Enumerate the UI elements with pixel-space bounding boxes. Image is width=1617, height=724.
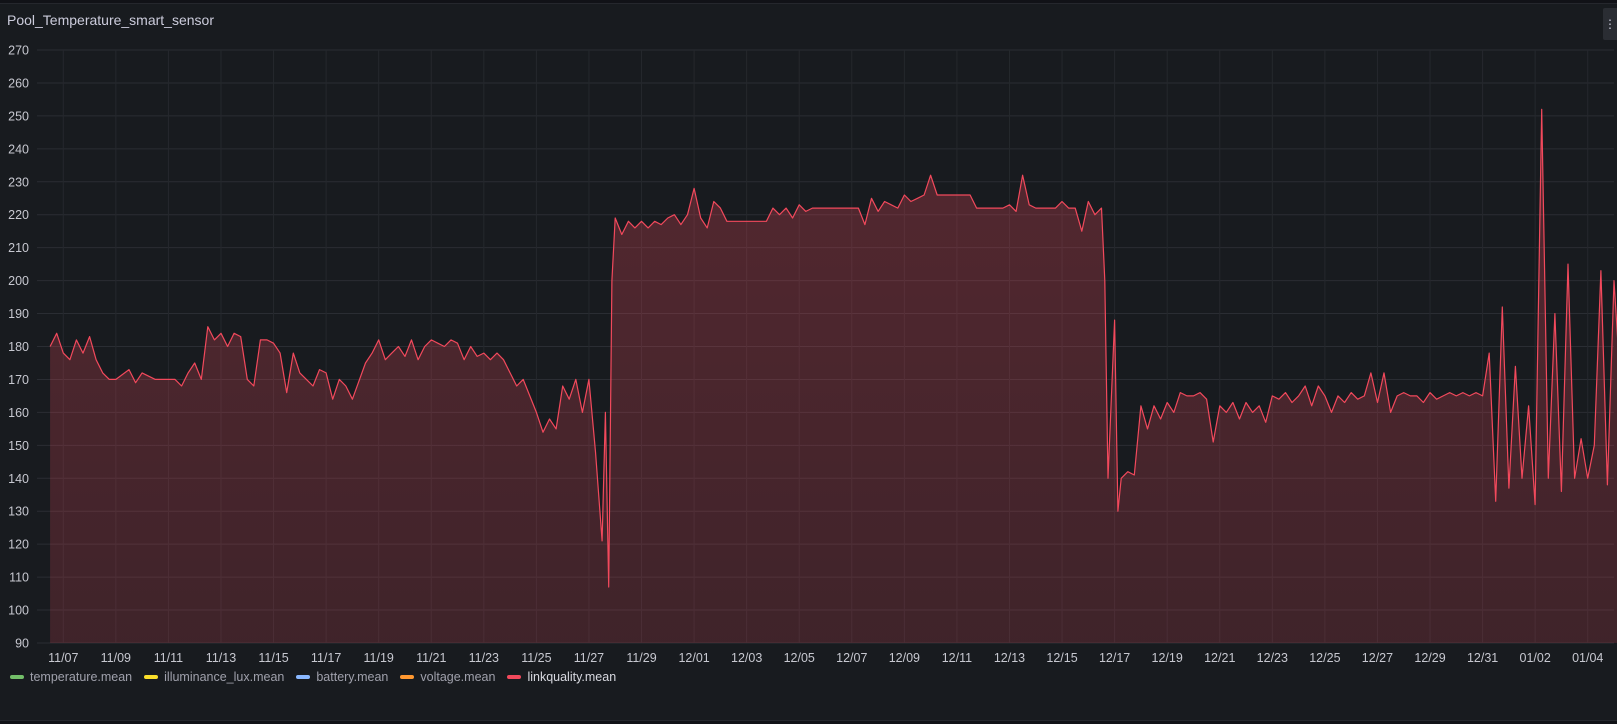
legend-label: voltage.mean — [420, 670, 496, 684]
legend-swatch — [400, 675, 415, 679]
x-tick-label: 01/04 — [1572, 651, 1603, 665]
y-tick-label: 250 — [8, 109, 29, 123]
y-tick-label: 110 — [9, 571, 29, 585]
x-tick-label: 12/25 — [1309, 651, 1340, 665]
legend-item[interactable]: battery.mean — [296, 670, 388, 684]
legend-label: illuminance_lux.mean — [164, 670, 285, 684]
time-series-chart[interactable]: 90 100 110 120 130 140 150 160 170 180 190 200 210 22… — [0, 0, 1617, 724]
legend-swatch — [296, 675, 311, 679]
x-tick-label: 12/11 — [942, 651, 972, 665]
x-tick-label: 11/11 — [154, 651, 183, 665]
y-tick-label: 190 — [8, 307, 29, 321]
x-tick-label: 12/29 — [1414, 651, 1445, 665]
x-tick-label: 12/05 — [784, 651, 815, 665]
x-tick-label: 01/02 — [1520, 651, 1551, 665]
x-tick-label: 11/07 — [48, 651, 78, 665]
x-tick-label: 12/21 — [1204, 651, 1235, 665]
x-tick-label: 11/19 — [364, 651, 394, 665]
y-tick-label: 140 — [8, 472, 29, 486]
legend-item[interactable]: linkquality.mean — [507, 670, 616, 684]
x-tick-label: 11/21 — [416, 651, 446, 665]
x-tick-label: 11/25 — [521, 651, 551, 665]
y-tick-label: 240 — [8, 142, 29, 156]
y-tick-label: 220 — [8, 208, 29, 222]
x-tick-label: 12/03 — [731, 651, 762, 665]
x-tick-label: 12/31 — [1467, 651, 1498, 665]
y-tick-label: 170 — [8, 373, 29, 387]
x-tick-label: 11/15 — [258, 651, 288, 665]
x-tick-label: 11/29 — [626, 651, 656, 665]
y-tick-label: 130 — [8, 505, 29, 519]
legend-item[interactable]: temperature.mean — [10, 670, 132, 684]
x-tick-label: 11/23 — [469, 651, 499, 665]
x-tick-label: 11/27 — [574, 651, 604, 665]
x-tick-label: 12/19 — [1152, 651, 1183, 665]
legend-swatch — [507, 675, 522, 679]
series-area-fill — [50, 109, 1617, 643]
y-tick-label: 230 — [8, 175, 29, 189]
x-tick-label: 12/23 — [1257, 651, 1288, 665]
x-tick-label: 12/15 — [1046, 651, 1077, 665]
x-tick-label: 11/17 — [311, 651, 341, 665]
x-tick-label: 11/13 — [206, 651, 236, 665]
legend: temperature.mean illuminance_lux.mean batt… — [10, 668, 616, 686]
x-tick-label: 11/09 — [101, 651, 131, 665]
y-tick-label: 90 — [15, 637, 29, 651]
y-tick-label: 200 — [8, 274, 29, 288]
x-tick-label: 12/09 — [889, 651, 920, 665]
legend-label: temperature.mean — [30, 670, 133, 684]
y-tick-label: 260 — [8, 76, 29, 90]
legend-item[interactable]: illuminance_lux.mean — [144, 670, 284, 684]
y-tick-label: 180 — [8, 340, 29, 354]
x-tick-label: 12/17 — [1099, 651, 1130, 665]
x-tick-label: 12/07 — [836, 651, 867, 665]
x-tick-label: 12/13 — [994, 651, 1025, 665]
x-tick-label: 12/27 — [1362, 651, 1393, 665]
x-tick-label: 12/01 — [678, 651, 709, 665]
legend-item[interactable]: voltage.mean — [400, 670, 495, 684]
y-tick-label: 160 — [8, 406, 29, 420]
y-tick-label: 270 — [8, 44, 29, 58]
y-tick-label: 100 — [8, 604, 29, 618]
legend-label: battery.mean — [316, 670, 389, 684]
y-tick-label: 150 — [8, 439, 29, 453]
legend-label: linkquality.mean — [527, 670, 617, 684]
y-tick-label: 120 — [8, 538, 29, 552]
legend-swatch — [144, 675, 159, 679]
y-tick-label: 210 — [8, 241, 29, 255]
legend-swatch — [10, 675, 24, 679]
